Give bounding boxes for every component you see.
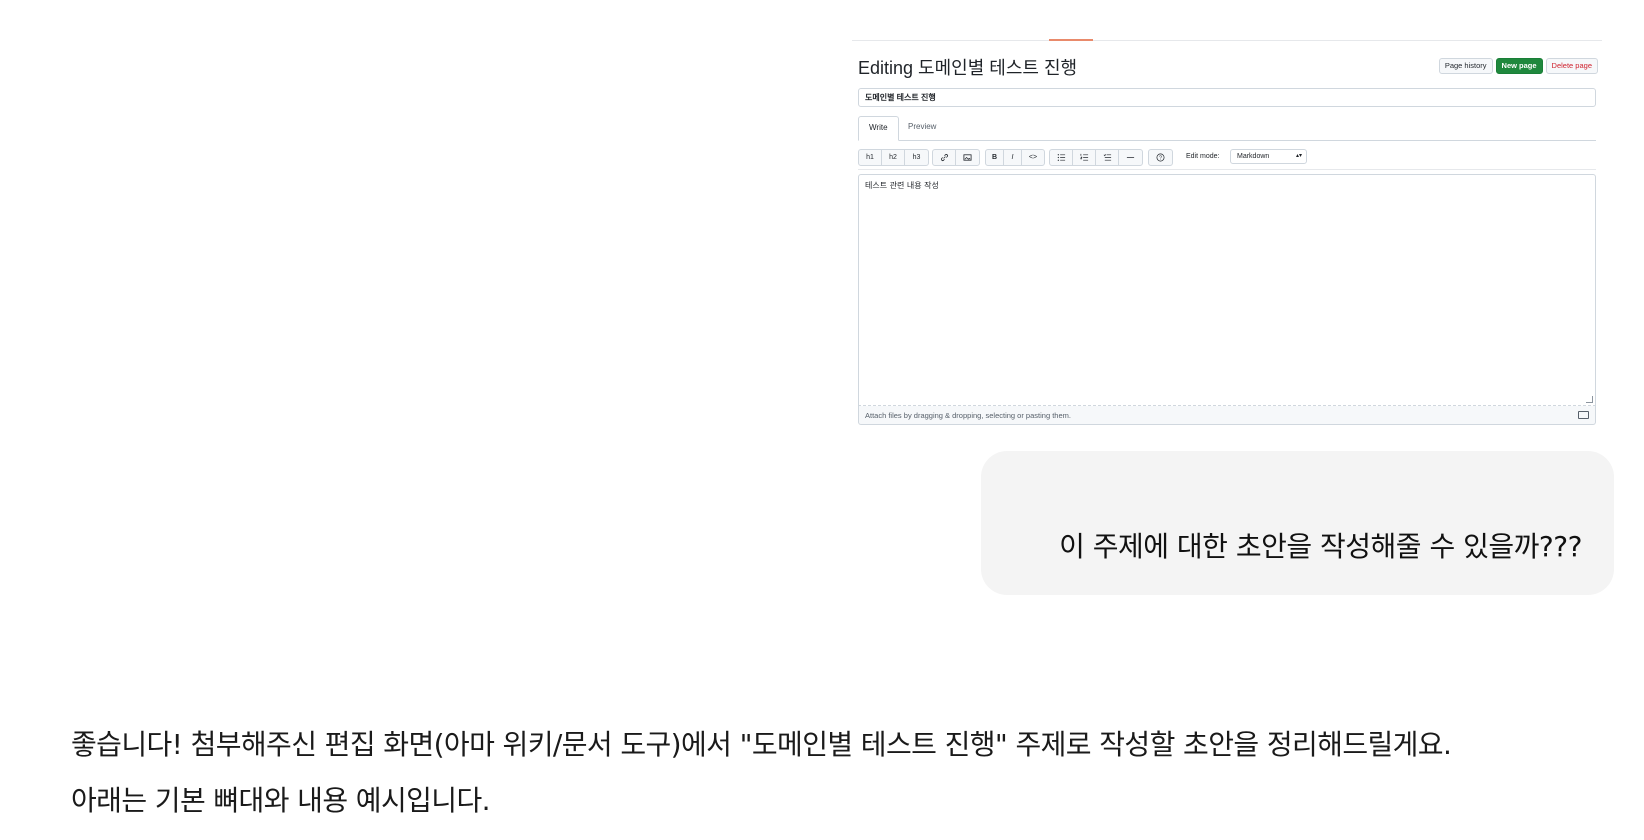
italic-button[interactable]: I [1004, 150, 1022, 165]
task-list-icon[interactable] [1096, 150, 1119, 165]
markdown-toolbar: h1 h2 h3 B I <> ? Edit mode: Markdown ▴▾ [858, 147, 1596, 170]
bold-button[interactable]: B [986, 150, 1004, 165]
resize-handle-icon[interactable] [1586, 396, 1593, 403]
select-caret-icon: ▴▾ [1295, 153, 1302, 159]
edit-mode-label: Edit mode: [1186, 153, 1220, 160]
tab-indicator [1049, 39, 1093, 41]
heading-group: h1 h2 h3 [858, 149, 929, 166]
page-history-button[interactable]: Page history [1438, 58, 1493, 74]
horizontal-rule-icon[interactable] [1119, 150, 1142, 165]
code-button[interactable]: <> [1022, 150, 1044, 165]
editor-text: 테스트 관련 내용 작성 [865, 181, 939, 190]
user-message-bubble: 이 주제에 대한 초안을 작성해줄 수 있을까??? [981, 451, 1614, 595]
attach-files-bar[interactable]: Attach files by dragging & dropping, sel… [858, 406, 1596, 425]
numbered-list-icon[interactable] [1073, 150, 1096, 165]
page-name-input[interactable]: 도메인별 테스트 진행 [858, 88, 1596, 107]
format-group: B I <> [985, 149, 1045, 166]
svg-text:?: ? [1159, 155, 1162, 161]
delete-page-button[interactable]: Delete page [1545, 58, 1598, 74]
header-actions: Page history New page Delete page [1438, 58, 1598, 74]
edit-mode-select[interactable]: Markdown ▴▾ [1230, 149, 1307, 164]
h3-button[interactable]: h3 [905, 150, 928, 165]
assistant-message: 좋습니다! 첨부해주신 편집 화면(아마 위키/문서 도구)에서 "도메인별 테… [71, 717, 1631, 829]
insert-group [932, 149, 980, 166]
list-group [1049, 149, 1143, 166]
tab-write[interactable]: Write [858, 116, 899, 141]
h1-button[interactable]: h1 [859, 150, 882, 165]
user-message-text: 이 주제에 대한 초안을 작성해줄 수 있을까??? [1059, 530, 1582, 563]
new-page-button[interactable]: New page [1495, 58, 1543, 74]
h2-button[interactable]: h2 [882, 150, 905, 165]
link-icon[interactable] [933, 150, 956, 165]
help-group: ? [1148, 149, 1173, 166]
bullet-list-icon[interactable] [1050, 150, 1073, 165]
page-title: Editing 도메인별 테스트 진행 [858, 58, 1078, 78]
help-icon[interactable]: ? [1149, 150, 1172, 165]
attach-hint: Attach files by dragging & dropping, sel… [865, 411, 1071, 420]
tab-preview[interactable]: Preview [898, 116, 946, 140]
assistant-message-line: 좋습니다! 첨부해주신 편집 화면(아마 위키/문서 도구)에서 "도메인별 테… [71, 728, 1452, 761]
divider [852, 40, 1602, 41]
image-icon[interactable] [956, 150, 979, 165]
edit-mode-value: Markdown [1237, 153, 1270, 160]
content-editor[interactable]: 테스트 관련 내용 작성 [858, 174, 1596, 406]
editor-tabs: Write Preview [858, 116, 1596, 141]
assistant-message-line: 아래는 기본 뼈대와 내용 예시입니다. [71, 784, 491, 817]
markdown-icon [1578, 411, 1589, 419]
attached-screenshot[interactable]: Editing 도메인별 테스트 진행 Page history New pag… [852, 26, 1602, 440]
